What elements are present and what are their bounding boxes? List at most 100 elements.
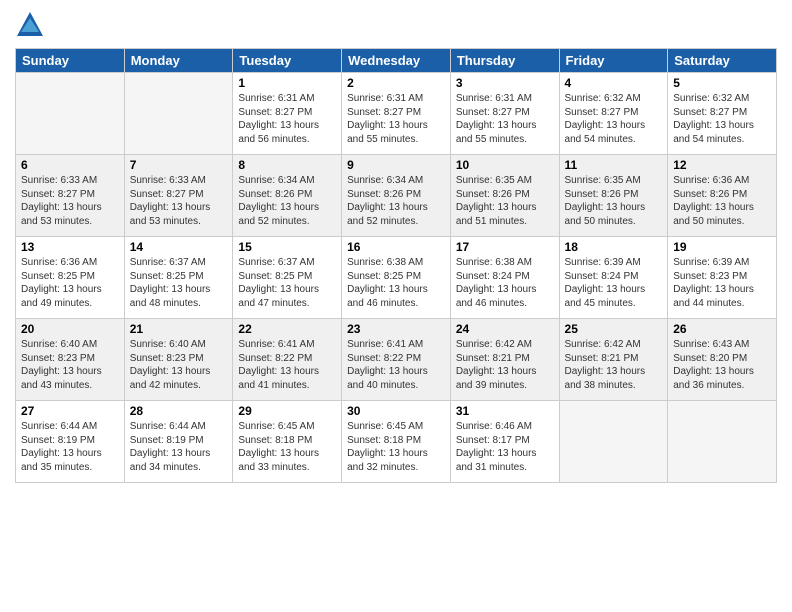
day-info: Sunrise: 6:36 AM Sunset: 8:26 PM Dayligh… — [673, 174, 771, 228]
calendar-day — [668, 401, 777, 483]
day-info: Sunrise: 6:38 AM Sunset: 8:25 PM Dayligh… — [347, 256, 445, 310]
calendar-day: 17 Sunrise: 6:38 AM Sunset: 8:24 PM Dayli… — [450, 237, 559, 319]
day-info: Sunrise: 6:35 AM Sunset: 8:26 PM Dayligh… — [456, 174, 554, 228]
day-info: Sunrise: 6:41 AM Sunset: 8:22 PM Dayligh… — [238, 338, 336, 392]
calendar-week-3: 13 Sunrise: 6:36 AM Sunset: 8:25 PM Dayli… — [16, 237, 777, 319]
calendar-day: 16 Sunrise: 6:38 AM Sunset: 8:25 PM Dayli… — [342, 237, 451, 319]
calendar-day: 24 Sunrise: 6:42 AM Sunset: 8:21 PM Dayli… — [450, 319, 559, 401]
day-number: 18 — [565, 240, 663, 254]
day-number: 29 — [238, 404, 336, 418]
day-number: 16 — [347, 240, 445, 254]
day-info: Sunrise: 6:45 AM Sunset: 8:18 PM Dayligh… — [238, 420, 336, 474]
calendar-header-monday: Monday — [124, 49, 233, 73]
day-info: Sunrise: 6:37 AM Sunset: 8:25 PM Dayligh… — [130, 256, 228, 310]
day-number: 31 — [456, 404, 554, 418]
calendar-day: 3 Sunrise: 6:31 AM Sunset: 8:27 PM Daylig… — [450, 73, 559, 155]
day-number: 17 — [456, 240, 554, 254]
day-number: 7 — [130, 158, 228, 172]
day-info: Sunrise: 6:37 AM Sunset: 8:25 PM Dayligh… — [238, 256, 336, 310]
calendar-day: 4 Sunrise: 6:32 AM Sunset: 8:27 PM Daylig… — [559, 73, 668, 155]
day-number: 28 — [130, 404, 228, 418]
calendar-week-5: 27 Sunrise: 6:44 AM Sunset: 8:19 PM Dayli… — [16, 401, 777, 483]
day-number: 8 — [238, 158, 336, 172]
day-info: Sunrise: 6:42 AM Sunset: 8:21 PM Dayligh… — [565, 338, 663, 392]
calendar-day: 25 Sunrise: 6:42 AM Sunset: 8:21 PM Dayli… — [559, 319, 668, 401]
day-info: Sunrise: 6:39 AM Sunset: 8:24 PM Dayligh… — [565, 256, 663, 310]
day-info: Sunrise: 6:38 AM Sunset: 8:24 PM Dayligh… — [456, 256, 554, 310]
calendar-day: 11 Sunrise: 6:35 AM Sunset: 8:26 PM Dayli… — [559, 155, 668, 237]
calendar-header-saturday: Saturday — [668, 49, 777, 73]
calendar-day: 30 Sunrise: 6:45 AM Sunset: 8:18 PM Dayli… — [342, 401, 451, 483]
calendar-day: 20Sunrise: 6:40 AM Sunset: 8:23 PM Dayli… — [16, 319, 125, 401]
calendar-day: 28 Sunrise: 6:44 AM Sunset: 8:19 PM Dayli… — [124, 401, 233, 483]
day-info: Sunrise: 6:44 AM Sunset: 8:19 PM Dayligh… — [130, 420, 228, 474]
day-number: 15 — [238, 240, 336, 254]
day-number: 11 — [565, 158, 663, 172]
calendar-day: 22Sunrise: 6:41 AM Sunset: 8:22 PM Dayli… — [233, 319, 342, 401]
day-number: 6 — [21, 158, 119, 172]
calendar-week-1: 1 Sunrise: 6:31 AM Sunset: 8:27 PM Daylig… — [16, 73, 777, 155]
calendar-day: 9Sunrise: 6:34 AM Sunset: 8:26 PM Daylig… — [342, 155, 451, 237]
day-number: 3 — [456, 76, 554, 90]
calendar-day: 13 Sunrise: 6:36 AM Sunset: 8:25 PM Dayli… — [16, 237, 125, 319]
calendar-day: 2 Sunrise: 6:31 AM Sunset: 8:27 PM Daylig… — [342, 73, 451, 155]
calendar-day — [16, 73, 125, 155]
day-info: Sunrise: 6:31 AM Sunset: 8:27 PM Dayligh… — [456, 92, 554, 146]
calendar-day: 19 Sunrise: 6:39 AM Sunset: 8:23 PM Dayli… — [668, 237, 777, 319]
calendar-day: 31 Sunrise: 6:46 AM Sunset: 8:17 PM Dayli… — [450, 401, 559, 483]
day-number: 26 — [673, 322, 771, 336]
day-info: Sunrise: 6:35 AM Sunset: 8:26 PM Dayligh… — [565, 174, 663, 228]
calendar-day: 23Sunrise: 6:41 AM Sunset: 8:22 PM Dayli… — [342, 319, 451, 401]
day-info: Sunrise: 6:33 AM Sunset: 8:27 PM Dayligh… — [130, 174, 228, 228]
calendar-day: 12 Sunrise: 6:36 AM Sunset: 8:26 PM Dayli… — [668, 155, 777, 237]
day-number: 13 — [21, 240, 119, 254]
day-info: Sunrise: 6:32 AM Sunset: 8:27 PM Dayligh… — [565, 92, 663, 146]
day-info: Sunrise: 6:39 AM Sunset: 8:23 PM Dayligh… — [673, 256, 771, 310]
calendar-day: 14Sunrise: 6:37 AM Sunset: 8:25 PM Dayli… — [124, 237, 233, 319]
calendar-day: 1 Sunrise: 6:31 AM Sunset: 8:27 PM Daylig… — [233, 73, 342, 155]
page-header — [15, 10, 777, 40]
day-info: Sunrise: 6:34 AM Sunset: 8:26 PM Dayligh… — [238, 174, 336, 228]
logo-icon — [15, 10, 45, 40]
day-info: Sunrise: 6:31 AM Sunset: 8:27 PM Dayligh… — [238, 92, 336, 146]
day-info: Sunrise: 6:42 AM Sunset: 8:21 PM Dayligh… — [456, 338, 554, 392]
calendar-header-tuesday: Tuesday — [233, 49, 342, 73]
day-number: 1 — [238, 76, 336, 90]
calendar-week-2: 6 Sunrise: 6:33 AM Sunset: 8:27 PM Daylig… — [16, 155, 777, 237]
day-info: Sunrise: 6:43 AM Sunset: 8:20 PM Dayligh… — [673, 338, 771, 392]
calendar-week-4: 20Sunrise: 6:40 AM Sunset: 8:23 PM Dayli… — [16, 319, 777, 401]
day-number: 23 — [347, 322, 445, 336]
calendar-day: 8 Sunrise: 6:34 AM Sunset: 8:26 PM Daylig… — [233, 155, 342, 237]
day-number: 25 — [565, 322, 663, 336]
day-number: 10 — [456, 158, 554, 172]
calendar-day: 5Sunrise: 6:32 AM Sunset: 8:27 PM Daylig… — [668, 73, 777, 155]
calendar-day: 10 Sunrise: 6:35 AM Sunset: 8:26 PM Dayli… — [450, 155, 559, 237]
day-number: 9 — [347, 158, 445, 172]
calendar-header-thursday: Thursday — [450, 49, 559, 73]
calendar-header-row: SundayMondayTuesdayWednesdayThursdayFrid… — [16, 49, 777, 73]
day-info: Sunrise: 6:31 AM Sunset: 8:27 PM Dayligh… — [347, 92, 445, 146]
day-number: 24 — [456, 322, 554, 336]
day-number: 27 — [21, 404, 119, 418]
calendar-day: 6 Sunrise: 6:33 AM Sunset: 8:27 PM Daylig… — [16, 155, 125, 237]
logo — [15, 10, 49, 40]
day-number: 19 — [673, 240, 771, 254]
calendar-day: 21Sunrise: 6:40 AM Sunset: 8:23 PM Dayli… — [124, 319, 233, 401]
day-info: Sunrise: 6:36 AM Sunset: 8:25 PM Dayligh… — [21, 256, 119, 310]
day-info: Sunrise: 6:40 AM Sunset: 8:23 PM Dayligh… — [21, 338, 119, 392]
day-info: Sunrise: 6:33 AM Sunset: 8:27 PM Dayligh… — [21, 174, 119, 228]
calendar-day: 15 Sunrise: 6:37 AM Sunset: 8:25 PM Dayli… — [233, 237, 342, 319]
calendar-header-friday: Friday — [559, 49, 668, 73]
calendar-day: 27Sunrise: 6:44 AM Sunset: 8:19 PM Dayli… — [16, 401, 125, 483]
day-number: 2 — [347, 76, 445, 90]
calendar-day: 18 Sunrise: 6:39 AM Sunset: 8:24 PM Dayli… — [559, 237, 668, 319]
calendar-day — [559, 401, 668, 483]
day-number: 4 — [565, 76, 663, 90]
day-info: Sunrise: 6:46 AM Sunset: 8:17 PM Dayligh… — [456, 420, 554, 474]
calendar-header-sunday: Sunday — [16, 49, 125, 73]
day-info: Sunrise: 6:45 AM Sunset: 8:18 PM Dayligh… — [347, 420, 445, 474]
calendar-day: 26 Sunrise: 6:43 AM Sunset: 8:20 PM Dayli… — [668, 319, 777, 401]
day-number: 5 — [673, 76, 771, 90]
day-number: 12 — [673, 158, 771, 172]
day-number: 30 — [347, 404, 445, 418]
